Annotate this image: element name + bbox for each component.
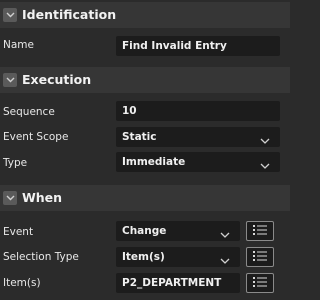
list-icon xyxy=(252,276,268,291)
identification-section-header[interactable]: Identification xyxy=(0,2,290,28)
items-label: Item(s) xyxy=(3,277,41,289)
list-icon xyxy=(252,224,268,239)
sequence-label: Sequence xyxy=(3,106,55,118)
selection-type-label: Selection Type xyxy=(3,251,79,263)
selection-type-list-button[interactable] xyxy=(246,247,274,267)
event-scope-select[interactable]: Static xyxy=(116,127,280,147)
name-value: Find Invalid Entry xyxy=(122,40,227,52)
section-title: When xyxy=(22,190,63,205)
sequence-field[interactable]: 10 xyxy=(116,101,280,121)
section-title: Execution xyxy=(22,72,92,87)
collapse-chevron-icon[interactable] xyxy=(3,8,17,22)
event-scope-label: Event Scope xyxy=(3,131,69,143)
selection-type-value: Item(s) xyxy=(122,251,165,263)
items-value: P2_DEPARTMENT xyxy=(122,277,222,289)
type-label: Type xyxy=(3,157,28,169)
collapse-chevron-icon[interactable] xyxy=(3,191,17,205)
collapse-chevron-icon[interactable] xyxy=(3,73,17,87)
chevron-down-icon xyxy=(220,226,230,246)
list-icon xyxy=(252,250,268,265)
when-section-header[interactable]: When xyxy=(0,185,290,211)
chevron-down-icon xyxy=(260,157,270,177)
event-select[interactable]: Change xyxy=(116,221,240,241)
event-list-button[interactable] xyxy=(246,221,274,241)
sequence-value: 10 xyxy=(122,105,137,117)
execution-section-header[interactable]: Execution xyxy=(0,67,290,93)
chevron-down-icon xyxy=(260,132,270,152)
items-list-button[interactable] xyxy=(246,273,274,293)
items-field[interactable]: P2_DEPARTMENT xyxy=(116,273,240,293)
chevron-down-icon xyxy=(220,252,230,272)
type-value: Immediate xyxy=(122,156,186,168)
event-label: Event xyxy=(3,226,34,238)
selection-type-select[interactable]: Item(s) xyxy=(116,247,240,267)
name-field[interactable]: Find Invalid Entry xyxy=(116,36,280,56)
section-title: Identification xyxy=(22,7,117,22)
name-label: Name xyxy=(3,39,34,51)
type-select[interactable]: Immediate xyxy=(116,152,280,172)
event-value: Change xyxy=(122,225,167,237)
event-scope-value: Static xyxy=(122,131,157,143)
